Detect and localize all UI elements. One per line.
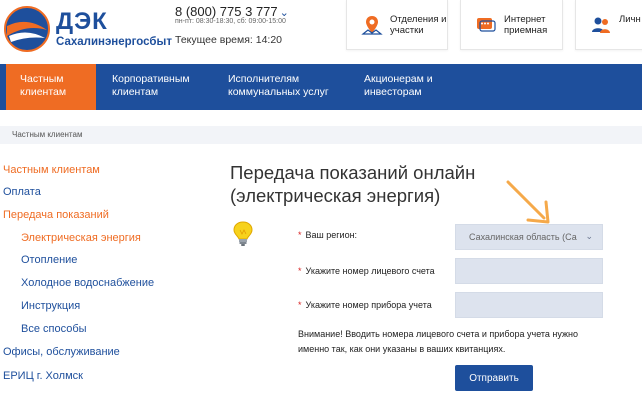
region-label: * Ваш регион: — [298, 230, 357, 240]
sidebar-item-eric-kholmsk[interactable]: ЕРИЦ г. Холмск — [3, 370, 83, 382]
chevron-down-icon: ⌄ — [585, 231, 593, 241]
lightbulb-icon — [233, 221, 253, 246]
offices-label: Отделения и участки — [390, 14, 447, 36]
region-select[interactable]: Сахалинская область (Са ⌄ — [455, 224, 603, 250]
nav-utility-providers[interactable]: Исполнителям коммунальных услуг — [210, 64, 350, 110]
sidebar-item-electricity[interactable]: Электрическая энергия — [21, 232, 141, 244]
internet-reception-button[interactable]: Интернет приемная — [460, 0, 563, 50]
main-nav: Частным клиентам Корпоративным клиентам … — [0, 64, 642, 110]
required-mark: * — [298, 266, 302, 276]
region-label-text: Ваш регион: — [305, 230, 358, 240]
warning-note: Внимание! Вводить номера лицевого счета … — [298, 329, 578, 354]
breadcrumb-item[interactable]: Частным клиентам — [12, 130, 82, 139]
account-label: * Укажите номер лицевого счета — [298, 266, 435, 276]
required-mark: * — [298, 300, 302, 310]
region-select-value: Сахалинская область (Са — [469, 232, 577, 242]
logo-emblem-icon — [4, 6, 50, 52]
current-time: Текущее время: 14:20 — [175, 34, 283, 46]
phone-text: 8 (800) 775 3 777 — [175, 4, 278, 19]
account-number-input[interactable] — [455, 258, 603, 284]
nav-shareholders[interactable]: Акционерам и инвесторам — [350, 64, 470, 110]
page-title-line1: Передача показаний онлайн — [230, 162, 476, 183]
offices-button[interactable]: Отделения и участки — [346, 0, 448, 50]
sidebar-item-instruction[interactable]: Инструкция — [21, 300, 80, 312]
map-pin-icon — [361, 16, 383, 35]
sidebar-item-offices[interactable]: Офисы, обслуживание — [3, 346, 120, 358]
internet-reception-label: Интернет приемная — [504, 14, 548, 36]
phone-number[interactable]: 8 (800) 775 3 777 ⌄ — [175, 4, 289, 19]
meter-label-text: Укажите номер прибора учета — [305, 300, 432, 310]
nav-corporate-clients[interactable]: Корпоративным клиентам — [96, 64, 210, 110]
submit-button[interactable]: Отправить — [455, 365, 533, 391]
page-title-line2: (электрическая энергия) — [230, 185, 441, 206]
breadcrumb: Частным клиентам — [0, 126, 642, 144]
sidebar-item-cold-water[interactable]: Холодное водоснабжение — [21, 277, 154, 289]
required-mark: * — [298, 230, 302, 240]
sidebar-item-all-methods[interactable]: Все способы — [21, 323, 87, 335]
logo-subtitle: Сахалинэнергосбыт — [56, 36, 172, 48]
page-title: Передача показаний онлайн (электрическая… — [230, 161, 530, 207]
sidebar-item-payment[interactable]: Оплата — [3, 186, 41, 198]
logo[interactable]: ДЭК Сахалинэнергосбыт — [4, 6, 174, 52]
meter-number-input[interactable] — [455, 292, 603, 318]
sidebar-item-private-clients[interactable]: Частным клиентам — [3, 164, 100, 176]
users-icon — [592, 17, 610, 33]
personal-account-label: Личн — [619, 14, 641, 25]
working-hours: пн-пт: 08:30-18:30, сб: 09:00-15:00 — [175, 18, 286, 25]
meter-label: * Укажите номер прибора учета — [298, 300, 432, 310]
sidebar-item-heating[interactable]: Отопление — [21, 254, 77, 266]
site-header: ДЭК Сахалинэнергосбыт 8 (800) 775 3 777 ⌄… — [0, 0, 642, 64]
chat-icon — [477, 18, 496, 32]
nav-private-clients[interactable]: Частным клиентам — [6, 64, 96, 110]
account-label-text: Укажите номер лицевого счета — [305, 266, 435, 276]
sidebar-item-meter-readings[interactable]: Передача показаний — [3, 209, 109, 221]
personal-account-button[interactable]: Личн — [575, 0, 642, 50]
logo-name: ДЭК — [56, 8, 108, 35]
